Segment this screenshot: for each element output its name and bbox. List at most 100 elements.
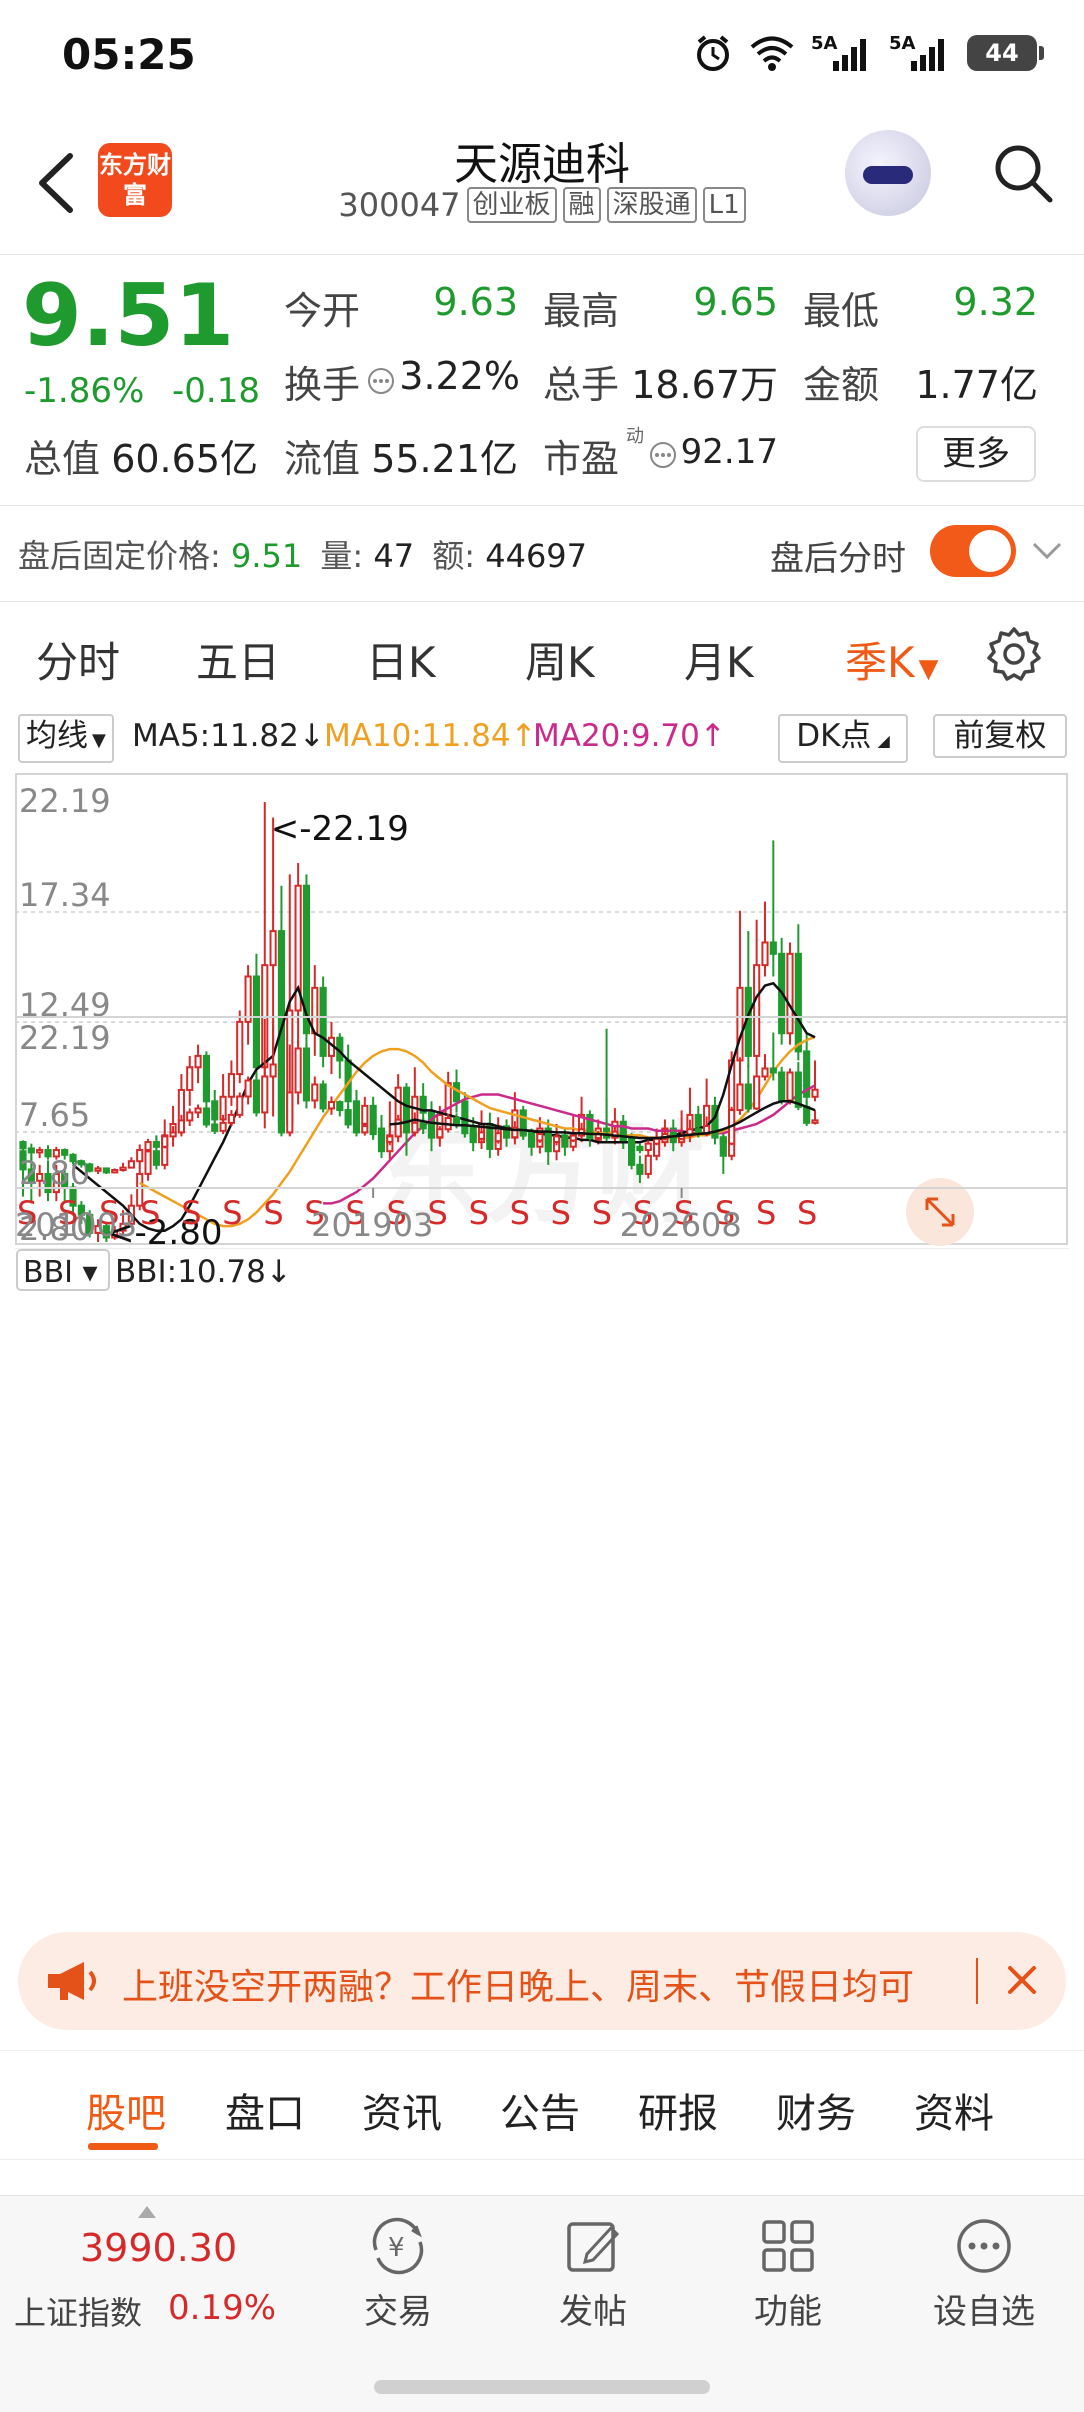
sub-candle-body bbox=[427, 1127, 436, 1139]
tab-five-day[interactable]: 五日 bbox=[196, 629, 280, 690]
signal-icon-1: 5A bbox=[811, 33, 873, 73]
kline-chart[interactable]: 东方财 22.19 17.34 12.49 7.65 2.80 <-22.19 <-2.8… bbox=[15, 772, 1069, 1497]
pe-info-icon[interactable] bbox=[648, 440, 678, 470]
tab-announcements[interactable]: 公告 bbox=[500, 2081, 580, 2139]
sub-candle-body bbox=[502, 1132, 511, 1139]
content-tabs: 股吧 盘口 资讯 公告 研报 财务 资料 bbox=[0, 2050, 1084, 2160]
index-name: 上证指数 bbox=[14, 2294, 143, 2332]
sub-candle-body bbox=[761, 1067, 769, 1078]
sub-candle-body bbox=[286, 1091, 294, 1134]
candle-body bbox=[786, 952, 794, 1035]
turnover-label: 换手 bbox=[284, 363, 361, 407]
sub-candle-body bbox=[27, 1147, 35, 1154]
sell-signal: S bbox=[140, 1194, 160, 1232]
more-button[interactable]: 更多 bbox=[916, 426, 1036, 482]
sub-candle-body bbox=[336, 1101, 344, 1112]
trade-button[interactable]: ¥ 交易 bbox=[328, 2214, 468, 2354]
status-bar: 05:25 5A 5A 44 bbox=[0, 0, 1084, 110]
after-hours-bar: 盘后固定价格: 9.51 量: 47 额: 44697 盘后分时 bbox=[0, 507, 1084, 602]
assistant-avatar[interactable] bbox=[845, 130, 931, 216]
tab-news[interactable]: 资讯 bbox=[362, 2081, 442, 2139]
ma-selector[interactable]: 均线 ▼ bbox=[18, 714, 114, 763]
current-price: 9.51 bbox=[22, 266, 235, 366]
sub-candle-body bbox=[369, 1125, 377, 1136]
sub-candle-body bbox=[744, 1083, 752, 1110]
sub-candle-body bbox=[169, 1131, 177, 1138]
float-label: 流值 bbox=[284, 437, 361, 481]
x-tick-label: 201003 bbox=[15, 1206, 137, 1244]
close-icon[interactable] bbox=[1002, 1960, 1042, 2000]
low-value: 9.32 bbox=[953, 280, 1038, 324]
tag-connect: 深股通 bbox=[606, 187, 697, 223]
open-label: 今开 bbox=[284, 289, 361, 333]
sub-y-tick-label: 22.19 bbox=[19, 1019, 111, 1057]
sub-candle-body bbox=[377, 1133, 386, 1144]
tab-forum[interactable]: 股吧 bbox=[86, 2081, 166, 2139]
sub-candle-body bbox=[61, 1149, 69, 1156]
sub-candle-body bbox=[352, 1123, 361, 1134]
sub-y-tick-label: 2.80 bbox=[19, 1154, 90, 1192]
sub-candle-body bbox=[361, 1125, 369, 1134]
add-watchlist-button[interactable]: 设自选 bbox=[914, 2214, 1054, 2354]
candle-body bbox=[753, 964, 761, 1057]
chevron-down-icon[interactable] bbox=[1030, 535, 1064, 565]
tab-research[interactable]: 研报 bbox=[638, 2081, 718, 2139]
tab-intraday[interactable]: 分时 bbox=[36, 629, 120, 690]
tab-monthly-k[interactable]: 月K bbox=[684, 629, 754, 690]
sell-signal: S bbox=[592, 1194, 612, 1232]
sub-candle-body bbox=[552, 1135, 561, 1144]
sub-candle-body bbox=[161, 1135, 169, 1148]
after-hours-toggle-label: 盘后分时 bbox=[770, 539, 906, 579]
candle-body bbox=[227, 1073, 236, 1098]
bbi-value: BBI:10.78↓ bbox=[115, 1254, 292, 1290]
candle-body bbox=[761, 941, 769, 967]
pe-dynamic-tag: 动 bbox=[626, 426, 644, 447]
sub-candle-body bbox=[102, 1167, 110, 1174]
gear-icon[interactable] bbox=[985, 625, 1043, 683]
sub-candle-body bbox=[653, 1137, 661, 1145]
candle-body bbox=[202, 1054, 210, 1103]
info-icon[interactable] bbox=[366, 366, 396, 396]
search-icon[interactable] bbox=[990, 140, 1056, 206]
y-tick-label: 7.65 bbox=[19, 1096, 90, 1134]
quote-panel: 9.51 -1.86% -0.18 今开 9.63 最高 9.65 最低 9.3… bbox=[0, 256, 1084, 506]
after-hours-toggle[interactable] bbox=[930, 525, 1016, 577]
tab-quarterly-k[interactable]: 季K ▼ bbox=[845, 629, 939, 690]
candle-body bbox=[769, 941, 777, 955]
sub-candle-body bbox=[486, 1131, 494, 1143]
sub-candle-body bbox=[119, 1166, 127, 1172]
sub-candle-body bbox=[186, 1111, 194, 1122]
candle-body bbox=[794, 952, 802, 1053]
x-tick-label: 202608 bbox=[620, 1206, 742, 1244]
sub-candle-body bbox=[152, 1141, 160, 1148]
tab-orderbook[interactable]: 盘口 bbox=[225, 2081, 305, 2139]
expand-arrow-icon[interactable] bbox=[138, 2206, 156, 2218]
y-tick-label: 17.34 bbox=[19, 876, 111, 914]
sub-candle-body bbox=[561, 1135, 569, 1142]
svg-text:¥: ¥ bbox=[388, 2233, 405, 2263]
home-indicator[interactable] bbox=[374, 2380, 710, 2394]
sub-candle-body bbox=[794, 1071, 802, 1108]
kline-svg[interactable]: 东方财 22.1917.3412.497.652.80 <-22.19<-2.8… bbox=[15, 772, 1069, 1497]
tab-daily-k[interactable]: 日K bbox=[366, 629, 436, 690]
tag-margin: 融 bbox=[562, 187, 601, 223]
functions-button[interactable]: 功能 bbox=[718, 2214, 858, 2354]
ma5-value: MA5:11.82↓ bbox=[132, 718, 325, 754]
sub-candle-body bbox=[202, 1107, 210, 1126]
sub-candle-body bbox=[419, 1121, 427, 1130]
sub-candle-body bbox=[19, 1141, 27, 1150]
tab-weekly-k[interactable]: 周K bbox=[525, 629, 595, 690]
sub-candle-body bbox=[94, 1167, 102, 1172]
promo-notice[interactable]: 上班没空开两融？工作日晚上、周末、节假日均可 bbox=[18, 1932, 1066, 2030]
candle-body bbox=[811, 1088, 819, 1098]
sub-candle-body bbox=[86, 1163, 94, 1172]
high-label: 最高 bbox=[543, 289, 620, 333]
dk-button[interactable]: DK点 ◢ bbox=[778, 714, 908, 763]
sub-candle-body bbox=[344, 1109, 352, 1126]
adjust-button[interactable]: 前复权 bbox=[933, 714, 1067, 758]
post-button[interactable]: 发帖 bbox=[523, 2214, 663, 2354]
sell-signal: S bbox=[797, 1194, 817, 1232]
tab-profile[interactable]: 资料 bbox=[914, 2081, 994, 2139]
tab-finance[interactable]: 财务 bbox=[776, 2081, 856, 2139]
mcap-label: 总值 bbox=[24, 437, 101, 481]
